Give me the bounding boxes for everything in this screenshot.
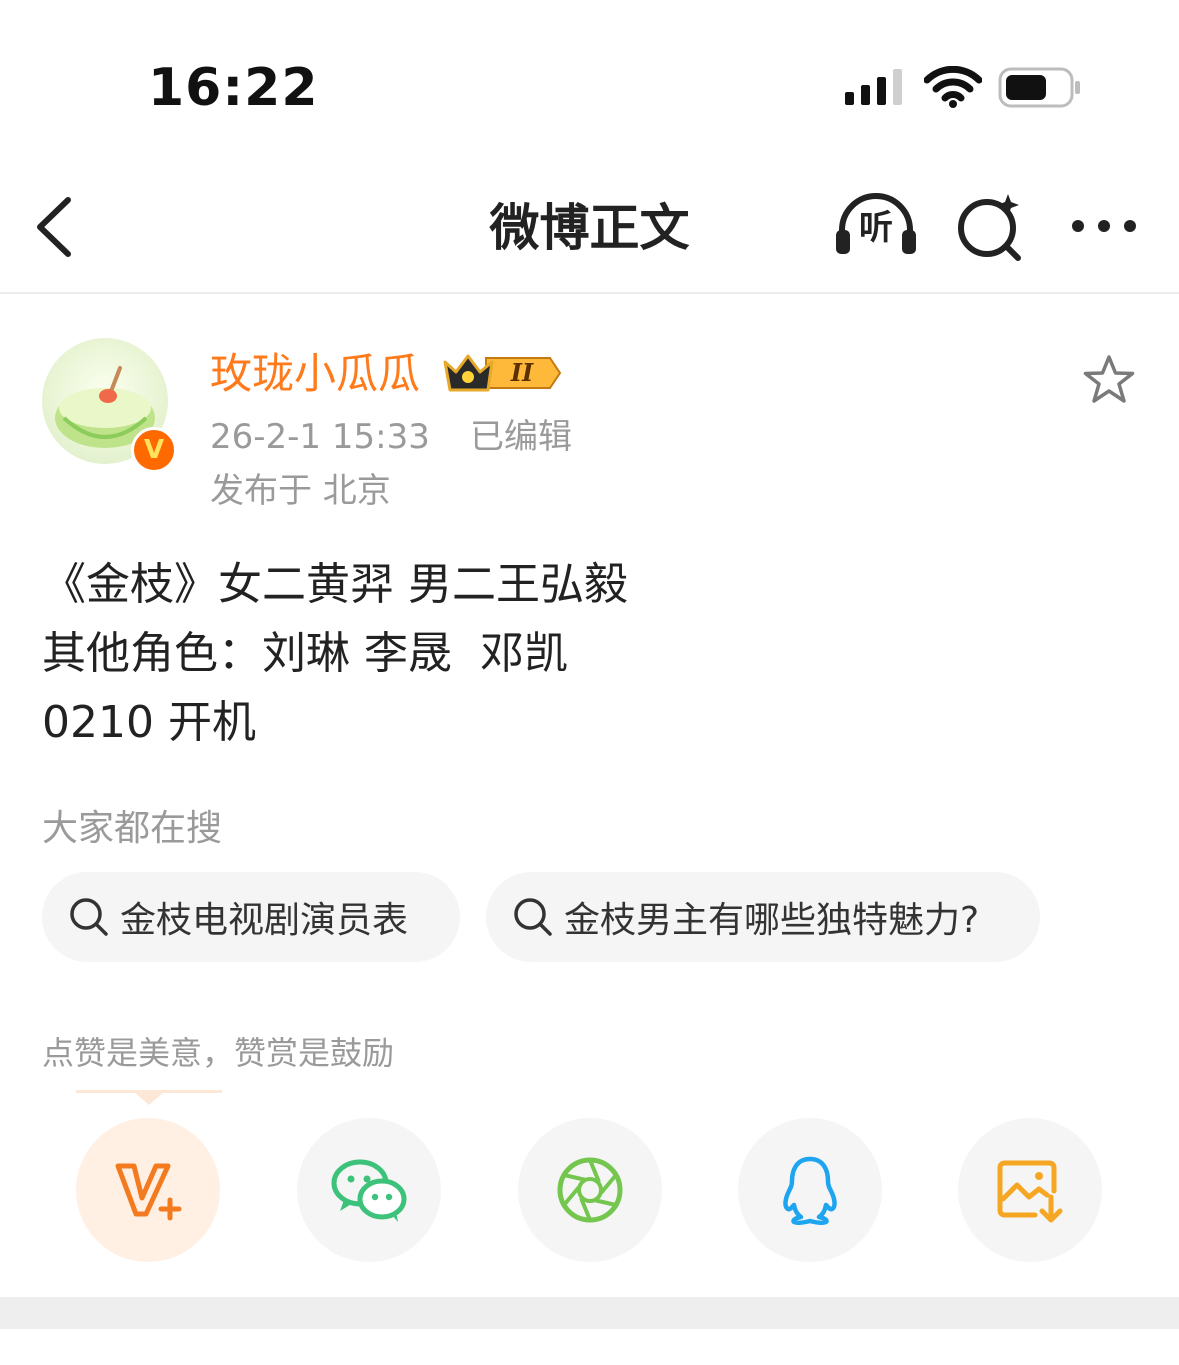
search-section-title: 大家都在搜: [42, 808, 223, 849]
share-qq-button[interactable]: [738, 1118, 882, 1262]
nav-divider: [0, 292, 1179, 294]
moments-aperture-icon: [557, 1157, 623, 1223]
post-line: 0210 开机: [42, 697, 256, 748]
edited-label[interactable]: 已编辑: [470, 414, 572, 460]
search-icon: [70, 898, 108, 936]
wifi-icon: [924, 66, 982, 108]
v-plus-icon: [115, 1163, 182, 1221]
post-line: 《金枝》女二黄羿 男二王弘毅: [42, 559, 628, 610]
section-separator: [0, 1297, 1179, 1329]
more-dots-icon[interactable]: [1068, 214, 1140, 238]
qq-penguin-icon: [783, 1156, 837, 1225]
reward-button[interactable]: [76, 1118, 220, 1262]
verified-badge: V: [131, 427, 177, 473]
post-time: 26-2-1 15:33: [210, 417, 430, 457]
ai-search-sparkle-icon[interactable]: [954, 190, 1026, 262]
battery-icon: [998, 67, 1080, 108]
search-chip[interactable]: 金枝男主有哪些独特魅力?: [486, 872, 1040, 962]
vip-level-label: II: [510, 358, 534, 387]
search-icon: [514, 898, 552, 936]
search-chip[interactable]: 金枝电视剧演员表: [42, 872, 460, 962]
search-chip-label: 金枝电视剧演员表: [120, 900, 409, 941]
vip-level-badge[interactable]: II: [442, 350, 562, 400]
search-chip-label: 金枝男主有哪些独特魅力?: [564, 900, 980, 941]
author-name[interactable]: 玫珑小瓜瓜: [210, 346, 420, 402]
listen-label: 听: [859, 208, 893, 248]
share-moments-button[interactable]: [518, 1118, 662, 1262]
status-time: 16:22: [148, 58, 319, 118]
wechat-icon: [331, 1159, 407, 1222]
share-wechat-button[interactable]: [297, 1118, 441, 1262]
post-content: 《金枝》女二黄羿 男二王弘毅 其他角色：刘琳 李晟 邓凯 0210 开机: [42, 550, 628, 757]
cellular-signal-icon: [845, 69, 902, 105]
save-image-button[interactable]: [958, 1118, 1102, 1262]
post-location: 发布于 北京: [210, 471, 391, 511]
favorite-star-icon[interactable]: [1082, 354, 1136, 406]
reward-note: 点赞是美意，赞赏是鼓励: [42, 1034, 395, 1072]
save-image-icon: [997, 1160, 1063, 1223]
tooltip-arrow: [134, 1092, 164, 1105]
listen-button[interactable]: 听: [834, 190, 918, 260]
post-line: 其他角色：刘琳 李晟 邓凯: [42, 628, 568, 679]
